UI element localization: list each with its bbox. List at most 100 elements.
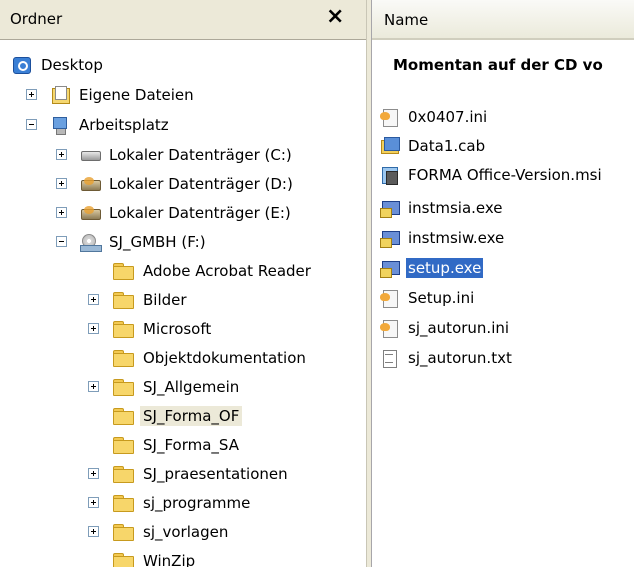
- network-drive-icon: [80, 233, 102, 252]
- exe-file-icon: [380, 199, 400, 218]
- tree-item-label: Bilder: [143, 291, 187, 309]
- file-item-selected[interactable]: setup.exe: [380, 255, 484, 281]
- collapse-drive-f-icon[interactable]: [56, 236, 67, 247]
- file-item[interactable]: Data1.cab: [380, 133, 487, 159]
- folder-icon: [112, 495, 134, 512]
- file-name: FORMA Office-Version.msi: [408, 166, 602, 184]
- computer-icon: [50, 116, 70, 135]
- my-documents-icon: [50, 86, 70, 104]
- open-folder-icon: [112, 408, 134, 425]
- tree-item-folder[interactable]: SJ_Allgemein: [112, 374, 242, 400]
- file-item[interactable]: sj_autorun.ini: [380, 315, 511, 341]
- expand-drive-e-icon[interactable]: [56, 207, 67, 218]
- column-header-label: Name: [384, 11, 429, 29]
- file-name: sj_autorun.ini: [408, 319, 510, 337]
- tree-item-folder[interactable]: SJ_praesentationen: [112, 461, 291, 487]
- expand-folder-icon[interactable]: [88, 294, 99, 305]
- expand-drive-d-icon[interactable]: [56, 178, 67, 189]
- ini-file-icon: [380, 108, 400, 127]
- folder-pane: Ordner × Desktop Eigene Dateien Arbeitsp…: [0, 0, 366, 567]
- file-item[interactable]: 0x0407.ini: [380, 104, 489, 130]
- file-item[interactable]: sj_autorun.txt: [380, 345, 514, 371]
- tree-item-drive-f[interactable]: SJ_GMBH (F:): [80, 229, 209, 255]
- file-item[interactable]: FORMA Office-Version.msi: [380, 162, 604, 188]
- tree-item-folder[interactable]: sj_programme: [112, 490, 253, 516]
- expand-folder-icon[interactable]: [88, 381, 99, 392]
- cd-drive-icon: [80, 175, 101, 193]
- file-name: Data1.cab: [408, 137, 486, 155]
- file-item[interactable]: instmsia.exe: [380, 195, 505, 221]
- collapse-arbeitsplatz-icon[interactable]: [26, 119, 37, 130]
- tree-item-eigene-dateien[interactable]: Eigene Dateien: [50, 82, 197, 108]
- tree-item-drive-c[interactable]: Lokaler Datenträger (C:): [80, 142, 295, 168]
- folder-icon: [112, 350, 134, 367]
- ini-file-icon: [380, 289, 400, 308]
- close-icon[interactable]: ×: [326, 4, 344, 29]
- file-name: instmsiw.exe: [408, 229, 505, 247]
- expand-drive-c-icon[interactable]: [56, 149, 67, 160]
- file-item[interactable]: Setup.ini: [380, 285, 476, 311]
- tree-item-label: Desktop: [41, 56, 103, 74]
- tree-item-label: Adobe Acrobat Reader: [143, 262, 311, 280]
- tree-item-label: Lokaler Datenträger (C:): [109, 146, 292, 164]
- tree-item-label: Eigene Dateien: [79, 86, 194, 104]
- file-name: 0x0407.ini: [408, 108, 488, 126]
- expand-folder-icon[interactable]: [88, 497, 99, 508]
- hard-drive-icon: [80, 146, 101, 164]
- folder-icon: [112, 437, 134, 454]
- folder-icon: [112, 321, 134, 338]
- tree-item-label: Microsoft: [143, 320, 212, 338]
- desktop-icon: [12, 56, 32, 74]
- cd-drive-icon: [80, 204, 101, 222]
- folder-icon: [112, 466, 134, 483]
- tree-item-drive-e[interactable]: Lokaler Datenträger (E:): [80, 200, 294, 226]
- tree-item-label: SJ_Forma_OF: [140, 406, 243, 426]
- tree-item-folder[interactable]: Adobe Acrobat Reader: [112, 258, 314, 284]
- tree-item-label: SJ_Forma_SA: [143, 436, 239, 454]
- tree-item-label: WinZip: [143, 552, 196, 567]
- tree-item-label: Lokaler Datenträger (E:): [109, 204, 291, 222]
- expand-eigene-dateien-icon[interactable]: [26, 89, 37, 100]
- tree-item-label: SJ_Allgemein: [143, 378, 240, 396]
- tree-item-folder[interactable]: SJ_Forma_SA: [112, 432, 242, 458]
- ini-file-icon: [380, 319, 400, 338]
- expand-folder-icon[interactable]: [88, 323, 99, 334]
- tree-item-arbeitsplatz[interactable]: Arbeitsplatz: [50, 112, 172, 138]
- file-name: setup.exe: [406, 258, 484, 278]
- expand-folder-icon[interactable]: [88, 468, 99, 479]
- tree-item-label: sj_programme: [143, 494, 251, 512]
- file-item[interactable]: instmsiw.exe: [380, 225, 506, 251]
- file-name: instmsia.exe: [408, 199, 503, 217]
- tree-item-folder-selected[interactable]: SJ_Forma_OF: [112, 403, 243, 429]
- tree-item-folder[interactable]: Bilder: [112, 287, 190, 313]
- folder-icon: [112, 553, 134, 567]
- exe-file-icon: [380, 229, 400, 248]
- tree-item-desktop[interactable]: Desktop: [12, 52, 106, 78]
- tree-item-drive-d[interactable]: Lokaler Datenträger (D:): [80, 171, 296, 197]
- tree-item-folder[interactable]: Microsoft: [112, 316, 214, 342]
- file-name: sj_autorun.txt: [408, 349, 512, 367]
- column-header-name[interactable]: Name: [372, 0, 634, 40]
- tree-item-label: SJ_GMBH (F:): [109, 233, 206, 251]
- tree-item-label: Objektdokumentation: [143, 349, 306, 367]
- tree-item-folder[interactable]: Objektdokumentation: [112, 345, 309, 371]
- cab-file-icon: [380, 137, 400, 155]
- setup-exe-icon: [380, 259, 400, 278]
- folder-icon: [112, 379, 134, 396]
- expand-folder-icon[interactable]: [88, 526, 99, 537]
- msi-file-icon: [380, 166, 400, 185]
- folder-pane-header: Ordner ×: [0, 0, 366, 40]
- txt-file-icon: [380, 349, 400, 368]
- file-name: Setup.ini: [408, 289, 475, 307]
- folder-icon: [112, 263, 134, 280]
- tree-item-label: Arbeitsplatz: [79, 116, 169, 134]
- tree-item-label: sj_vorlagen: [143, 523, 229, 541]
- folder-pane-title: Ordner: [10, 10, 63, 28]
- tree-item-folder[interactable]: WinZip: [112, 548, 198, 567]
- file-list-pane: Name Momentan auf der CD vo 0x0407.ini D…: [372, 0, 634, 567]
- folder-icon: [112, 524, 134, 541]
- tree-item-folder[interactable]: sj_vorlagen: [112, 519, 231, 545]
- location-info-text: Momentan auf der CD vo: [393, 56, 603, 74]
- folder-icon: [112, 292, 134, 309]
- tree-item-label: Lokaler Datenträger (D:): [109, 175, 293, 193]
